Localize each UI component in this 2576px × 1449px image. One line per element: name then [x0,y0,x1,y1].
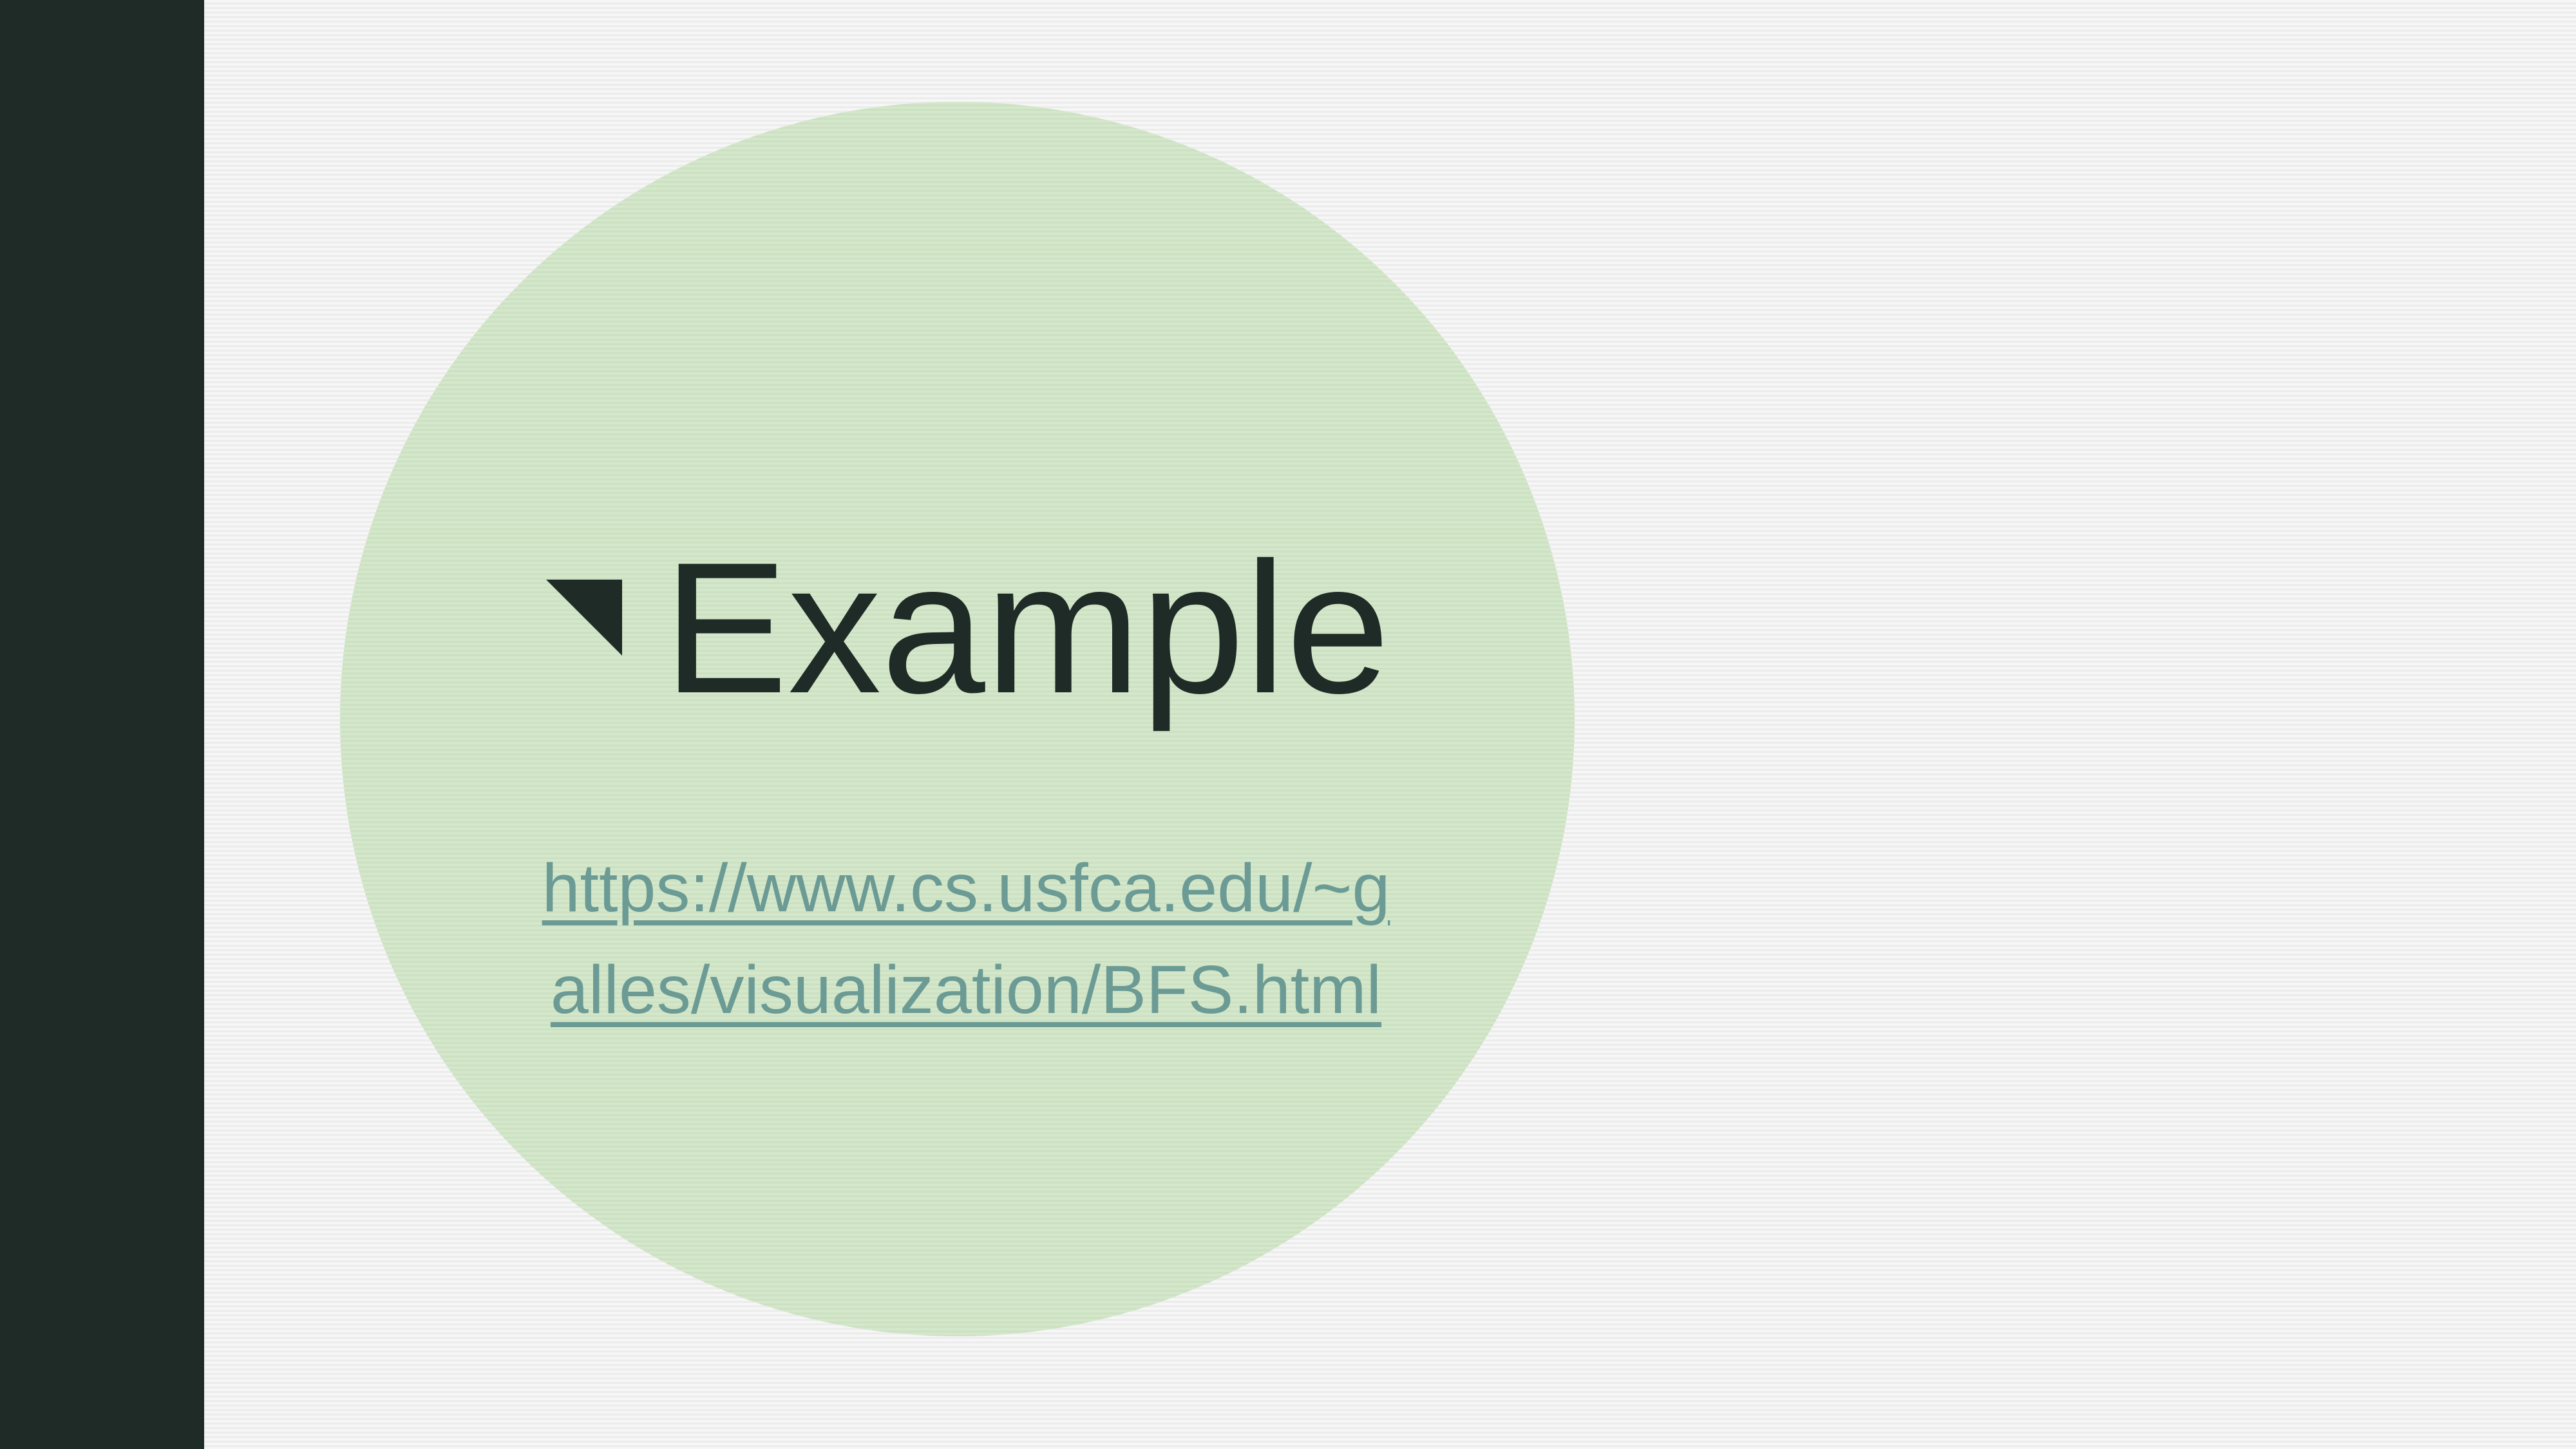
bfs-visualization-link[interactable]: https://www.cs.usfca.edu/~g alles/visual… [451,837,1481,1041]
left-sidebar-bar [0,0,204,1449]
link-line-2: alles/visualization/BFS.html [550,952,1382,1028]
link-line-1: https://www.cs.usfca.edu/~g [542,850,1390,926]
triangle-bullet-icon [546,580,622,656]
slide-title: Example [663,524,1390,732]
